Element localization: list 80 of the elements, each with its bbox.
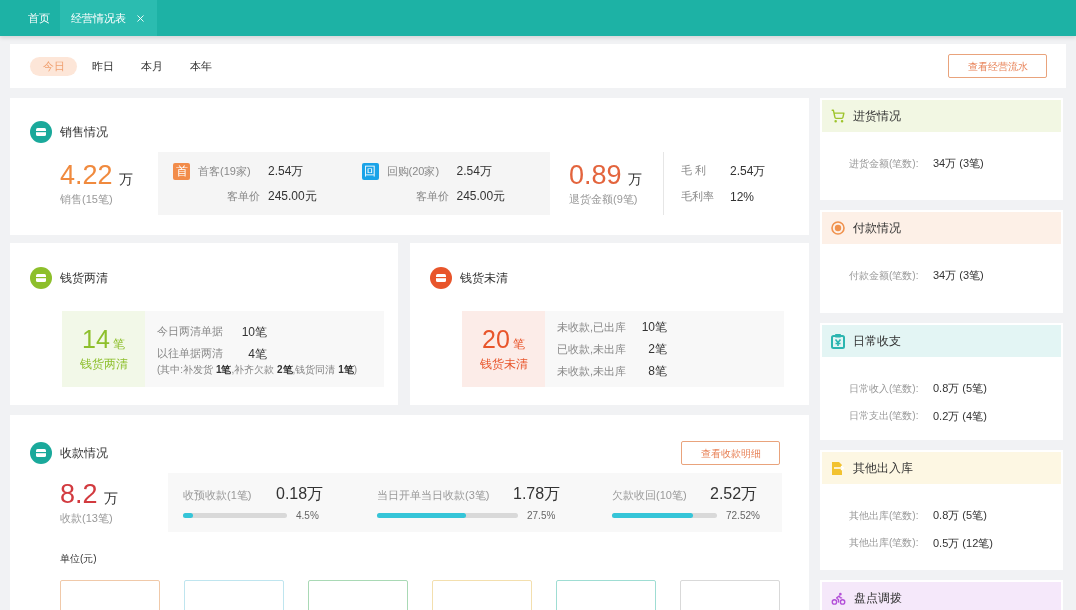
profit-value: 12%: [730, 188, 756, 206]
count-unit: 笔: [112, 336, 125, 353]
close-icon[interactable]: [135, 12, 146, 24]
period-tab[interactable]: 本年: [177, 56, 224, 76]
profit-value: 2.54万: [730, 162, 766, 180]
receipt-percent: 27.5%: [527, 509, 556, 523]
summary-value: 34万 (3笔): [933, 156, 984, 171]
period-tab[interactable]: 本月: [128, 56, 175, 76]
detail-label: 以往单据两清: [157, 346, 224, 362]
receipt-value: 0.18万: [276, 484, 324, 504]
receipt-label: 收预收款(1笔): [183, 488, 253, 503]
detail-note: (其中:补发货 1笔,补齐欠款 2笔,钱货同清 1笔): [157, 362, 359, 376]
detail-label: 已收款,未出库: [557, 341, 628, 357]
amount-value: 0.89: [569, 159, 622, 190]
group-label: 首客(19家): [198, 163, 252, 179]
summary-value: 0.2万 (4笔): [933, 408, 987, 424]
price-label: 客单价: [414, 188, 449, 204]
detail-value: 4笔: [247, 345, 267, 363]
profit-label: 毛 利: [681, 162, 708, 178]
summary-label: 付款金额(笔数):: [849, 268, 920, 283]
unit-label: 万: [118, 169, 133, 189]
period-tab[interactable]: 今日: [30, 56, 77, 76]
receipt-label: 欠款收回(10笔): [612, 488, 688, 503]
price-value: 245.00元: [456, 188, 507, 205]
group-value: 2.54万: [268, 163, 305, 180]
summary-title: 日常收支: [853, 333, 901, 350]
detail-value: 10笔: [240, 323, 267, 341]
receipt-percent: 72.52%: [726, 509, 760, 523]
category-badge: 回: [361, 162, 379, 180]
summary-label: 日常收入(笔数):: [849, 381, 920, 396]
unit-label: 万: [627, 169, 642, 189]
summary-label: 其他出库(笔数):: [849, 508, 920, 523]
amount-caption: 销售(15笔): [60, 191, 114, 207]
summary-title: 付款情况: [853, 220, 901, 237]
receipt-value: 1.78万: [513, 484, 561, 504]
section-title: 钱货两清: [60, 270, 108, 287]
summary-value: 0.8万 (5笔): [933, 381, 987, 396]
summary-title: 进货情况: [853, 108, 901, 125]
section-title: 收款情况: [60, 445, 108, 462]
count-value: 20: [482, 325, 510, 353]
summary-label: 其他出库(笔数):: [849, 536, 920, 551]
detail-label: 未收款,已出库: [557, 319, 628, 335]
receipt-label: 当日开单当日收款(3笔): [377, 488, 491, 503]
tab[interactable]: 首页: [18, 0, 60, 36]
view-flow-button[interactable]: 查看经营流水: [948, 54, 1047, 78]
group-label: 回购(20家): [386, 163, 441, 179]
summary-value: 0.5万 (12笔): [933, 535, 993, 551]
receipt-percent: 4.5%: [296, 509, 319, 523]
summary-title: 盘点调拨: [854, 590, 902, 607]
detail-label: 今日两清单据: [157, 324, 224, 340]
section-title: 钱货未清: [460, 270, 508, 287]
summary-value: 0.8万 (5笔): [933, 508, 987, 523]
summary-value: 34万 (3笔): [933, 268, 984, 283]
count-caption: 钱货两清: [79, 356, 128, 373]
summary-label: 进货金额(笔数):: [849, 156, 920, 171]
unit-note: 单位(元): [60, 552, 97, 566]
count-value: 14: [82, 325, 110, 353]
amount-caption: 收款(13笔): [60, 510, 114, 526]
section-title: 销售情况: [60, 124, 108, 141]
group-value: 2.54万: [456, 163, 493, 180]
amount-value: 4.22: [60, 159, 113, 190]
detail-value: 8笔: [647, 363, 667, 380]
summary-title: 其他出入库: [853, 460, 913, 477]
receipt-value: 2.52万: [710, 484, 758, 504]
price-label: 客单价: [226, 188, 260, 204]
view-receipts-button[interactable]: 查看收款明细: [681, 441, 780, 465]
period-tab[interactable]: 昨日: [79, 56, 126, 76]
summary-label: 日常支出(笔数):: [849, 409, 920, 424]
profit-label: 毛利率: [681, 188, 714, 204]
amount-value: 8.2: [60, 478, 98, 509]
detail-value: 10笔: [640, 319, 667, 336]
tab[interactable]: 经营情况表: [60, 0, 157, 36]
detail-label: 未收款,未出库: [557, 363, 628, 379]
count-unit: 笔: [512, 336, 525, 353]
count-caption: 钱货未清: [479, 356, 528, 373]
unit-label: 万: [103, 488, 118, 508]
detail-value: 2笔: [647, 341, 667, 358]
category-badge: 首: [173, 162, 190, 180]
price-value: 245.00元: [268, 188, 318, 205]
amount-caption: 退货金额(9笔): [569, 191, 639, 207]
